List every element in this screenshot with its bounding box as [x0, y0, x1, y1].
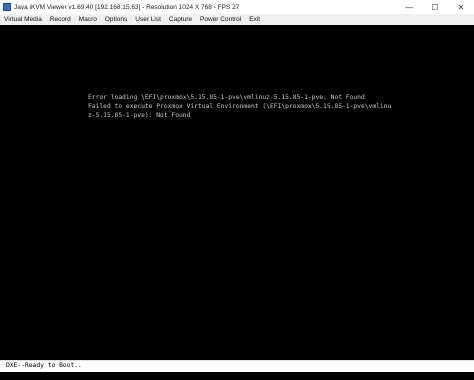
menu-bar: Virtual Media Record Macro Options User … [0, 14, 474, 25]
window-controls: — ☐ ✕ [396, 0, 474, 14]
maximize-button[interactable]: ☐ [422, 0, 448, 14]
console-bottom-strip [0, 372, 474, 380]
boot-status-text: DXE--Ready to Boot.. [6, 362, 82, 369]
kvm-console-screen[interactable]: Error loading \EFI\proxmox\5.15.85-1-pve… [0, 25, 474, 360]
window-titlebar: Java iKVM Viewer v1.69.40 [192.168.15.63… [0, 0, 474, 15]
menu-record[interactable]: Record [46, 16, 75, 23]
menu-virtual-media[interactable]: Virtual Media [0, 16, 46, 23]
console-line-error-loading: Error loading \EFI\proxmox\5.15.85-1-pve… [88, 94, 365, 101]
console-line-failed-execute: Failed to execute Proxmox Virtual Enviro… [88, 103, 392, 110]
menu-user-list[interactable]: User List [131, 16, 165, 23]
menu-capture[interactable]: Capture [165, 16, 196, 23]
close-button[interactable]: ✕ [448, 0, 474, 14]
menu-macro[interactable]: Macro [75, 16, 101, 23]
minimize-button[interactable]: — [396, 0, 422, 14]
window-title: Java iKVM Viewer v1.69.40 [192.168.15.63… [14, 3, 240, 11]
menu-power-control[interactable]: Power Control [196, 16, 245, 23]
menu-exit[interactable]: Exit [245, 16, 264, 23]
menu-options[interactable]: Options [101, 16, 131, 23]
console-line-failed-execute-cont: z-5.15.85-1-pve): Not Found [88, 112, 191, 119]
java-app-icon [3, 3, 11, 11]
